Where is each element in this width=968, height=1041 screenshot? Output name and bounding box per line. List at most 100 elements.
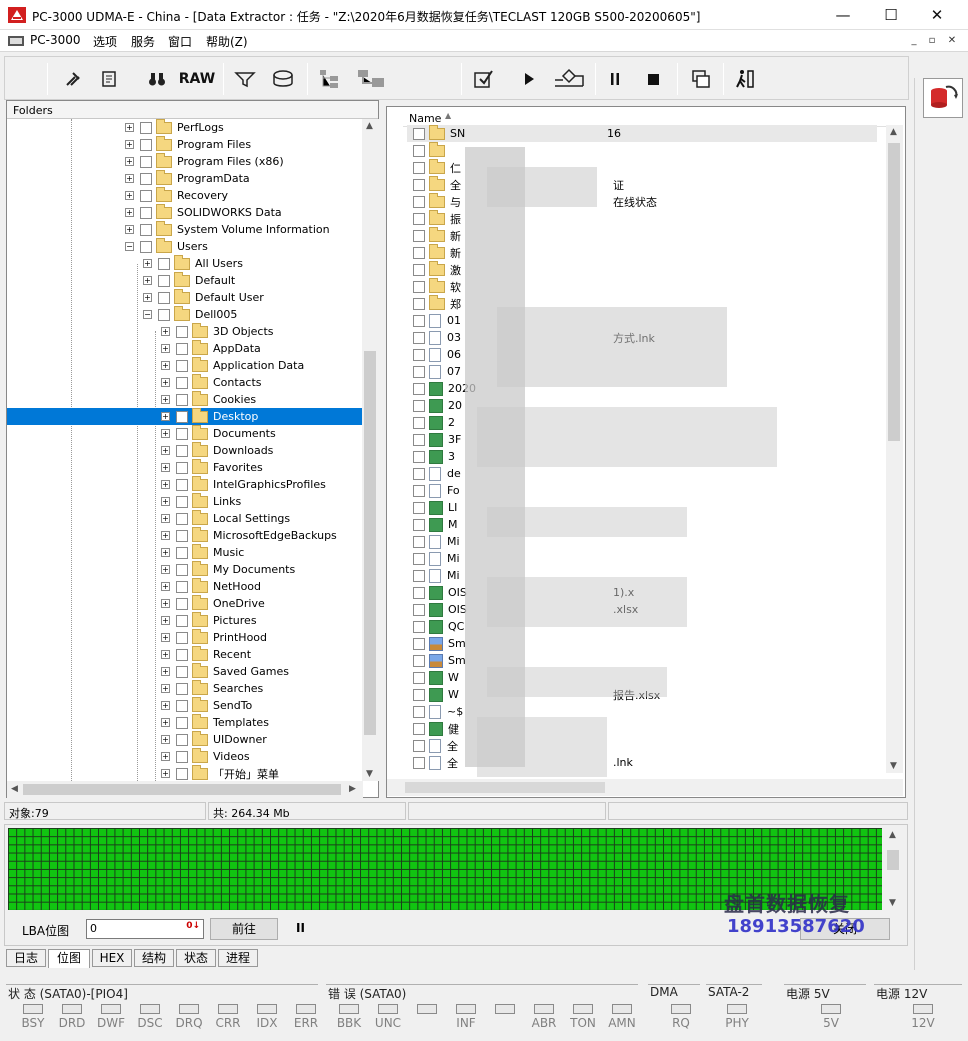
- file-checkbox[interactable]: [413, 229, 425, 242]
- folder-checkbox[interactable]: [176, 512, 188, 525]
- task-tab[interactable]: [923, 78, 963, 118]
- files-vertical-scrollbar[interactable]: ▲ ▼: [886, 125, 903, 773]
- folder-row[interactable]: + Favorites: [161, 458, 263, 476]
- file-checkbox[interactable]: [413, 382, 425, 395]
- expand-icon[interactable]: +: [161, 548, 170, 557]
- diagram-icon[interactable]: [551, 65, 587, 93]
- folder-checkbox[interactable]: [176, 580, 188, 593]
- expand-icon[interactable]: +: [161, 480, 170, 489]
- file-checkbox[interactable]: [413, 433, 425, 446]
- folder-row[interactable]: + Saved Games: [161, 662, 289, 680]
- folder-checkbox[interactable]: [176, 495, 188, 508]
- folder-checkbox[interactable]: [176, 342, 188, 355]
- folder-row[interactable]: + Cookies: [161, 390, 256, 408]
- folder-checkbox[interactable]: [158, 291, 170, 304]
- tab-log[interactable]: 日志: [6, 949, 46, 967]
- binoculars-icon[interactable]: [145, 65, 169, 93]
- maximize-button[interactable]: ☐: [868, 0, 914, 30]
- folder-checkbox[interactable]: [176, 461, 188, 474]
- expand-icon[interactable]: +: [161, 752, 170, 761]
- file-checkbox[interactable]: [413, 756, 425, 769]
- file-checkbox[interactable]: [413, 637, 425, 650]
- folder-row[interactable]: + 「开始」菜单: [161, 764, 279, 781]
- folder-row[interactable]: + Music: [161, 543, 244, 561]
- folder-checkbox[interactable]: [176, 376, 188, 389]
- mdi-minimize-button[interactable]: _: [906, 33, 922, 48]
- folder-row[interactable]: + Default: [143, 271, 235, 289]
- scroll-down-icon[interactable]: ▼: [890, 761, 897, 771]
- expand-icon[interactable]: +: [161, 616, 170, 625]
- mdi-close-button[interactable]: ✕: [944, 33, 960, 48]
- file-checkbox[interactable]: [413, 705, 425, 718]
- folder-row[interactable]: + SOLIDWORKS Data: [125, 203, 282, 221]
- tree-icon[interactable]: [315, 65, 343, 93]
- folder-row[interactable]: + Downloads: [161, 441, 273, 459]
- folder-checkbox[interactable]: [176, 563, 188, 576]
- expand-icon[interactable]: +: [143, 293, 152, 302]
- folder-checkbox[interactable]: [176, 614, 188, 627]
- expand-icon[interactable]: +: [161, 531, 170, 540]
- folder-checkbox[interactable]: [140, 240, 152, 253]
- folder-checkbox[interactable]: [140, 155, 152, 168]
- file-checkbox[interactable]: [413, 263, 425, 276]
- file-checkbox[interactable]: [413, 654, 425, 667]
- file-checkbox[interactable]: [413, 688, 425, 701]
- folder-checkbox[interactable]: [140, 138, 152, 151]
- file-checkbox[interactable]: [413, 552, 425, 565]
- folder-checkbox[interactable]: [158, 257, 170, 270]
- file-checkbox[interactable]: [413, 178, 425, 191]
- folder-checkbox[interactable]: [176, 393, 188, 406]
- folder-row[interactable]: − Users: [125, 237, 208, 255]
- tools-icon[interactable]: [59, 65, 87, 93]
- menu-window[interactable]: 窗口: [168, 33, 192, 50]
- file-checkbox[interactable]: [413, 722, 425, 735]
- folder-checkbox[interactable]: [176, 546, 188, 559]
- scroll-down-icon[interactable]: ▼: [366, 769, 373, 779]
- folder-row[interactable]: + AppData: [161, 339, 261, 357]
- folder-row[interactable]: + Program Files: [125, 135, 251, 153]
- expand-icon[interactable]: +: [161, 735, 170, 744]
- folder-checkbox[interactable]: [176, 444, 188, 457]
- expand-icon[interactable]: +: [161, 633, 170, 642]
- folder-row[interactable]: − Dell005: [143, 305, 237, 323]
- folders-horizontal-scrollbar[interactable]: ◀ ▶: [7, 781, 363, 798]
- file-checkbox[interactable]: [413, 297, 425, 310]
- windows-icon[interactable]: [687, 65, 715, 93]
- folder-row[interactable]: + Links: [161, 492, 241, 510]
- folder-row[interactable]: + ProgramData: [125, 169, 250, 187]
- collapse-icon[interactable]: −: [143, 310, 152, 319]
- folder-checkbox[interactable]: [176, 427, 188, 440]
- folder-row[interactable]: + Application Data: [161, 356, 304, 374]
- folder-checkbox[interactable]: [176, 733, 188, 746]
- exit-icon[interactable]: [733, 65, 757, 93]
- tab-structure[interactable]: 结构: [134, 949, 174, 967]
- folder-row[interactable]: + Pictures: [161, 611, 257, 629]
- folder-checkbox[interactable]: [176, 767, 188, 780]
- files-scroll-thumb[interactable]: [888, 143, 900, 441]
- bitmap-pause-icon[interactable]: II: [296, 921, 305, 935]
- file-checkbox[interactable]: [413, 212, 425, 225]
- file-checkbox[interactable]: [413, 518, 425, 531]
- expand-icon[interactable]: +: [161, 378, 170, 387]
- folder-checkbox[interactable]: [140, 189, 152, 202]
- folder-row[interactable]: + My Documents: [161, 560, 295, 578]
- file-checkbox[interactable]: [413, 620, 425, 633]
- scroll-down-icon[interactable]: ▼: [889, 898, 896, 908]
- file-checkbox[interactable]: [413, 501, 425, 514]
- file-checkbox[interactable]: [413, 195, 425, 208]
- pause-icon[interactable]: [603, 65, 627, 93]
- folder-checkbox[interactable]: [176, 325, 188, 338]
- expand-icon[interactable]: +: [143, 276, 152, 285]
- expand-icon[interactable]: +: [161, 463, 170, 472]
- folder-row[interactable]: + Recent: [161, 645, 251, 663]
- folder-row[interactable]: + Desktop: [7, 407, 363, 425]
- app-menu-icon[interactable]: [8, 34, 24, 48]
- file-checkbox[interactable]: [413, 484, 425, 497]
- files-horizontal-scrollbar[interactable]: [387, 779, 903, 796]
- file-checkbox[interactable]: [413, 467, 425, 480]
- file-checkbox[interactable]: [413, 450, 425, 463]
- expand-icon[interactable]: +: [143, 259, 152, 268]
- expand-icon[interactable]: +: [161, 701, 170, 710]
- expand-icon[interactable]: +: [161, 514, 170, 523]
- expand-icon[interactable]: +: [125, 225, 134, 234]
